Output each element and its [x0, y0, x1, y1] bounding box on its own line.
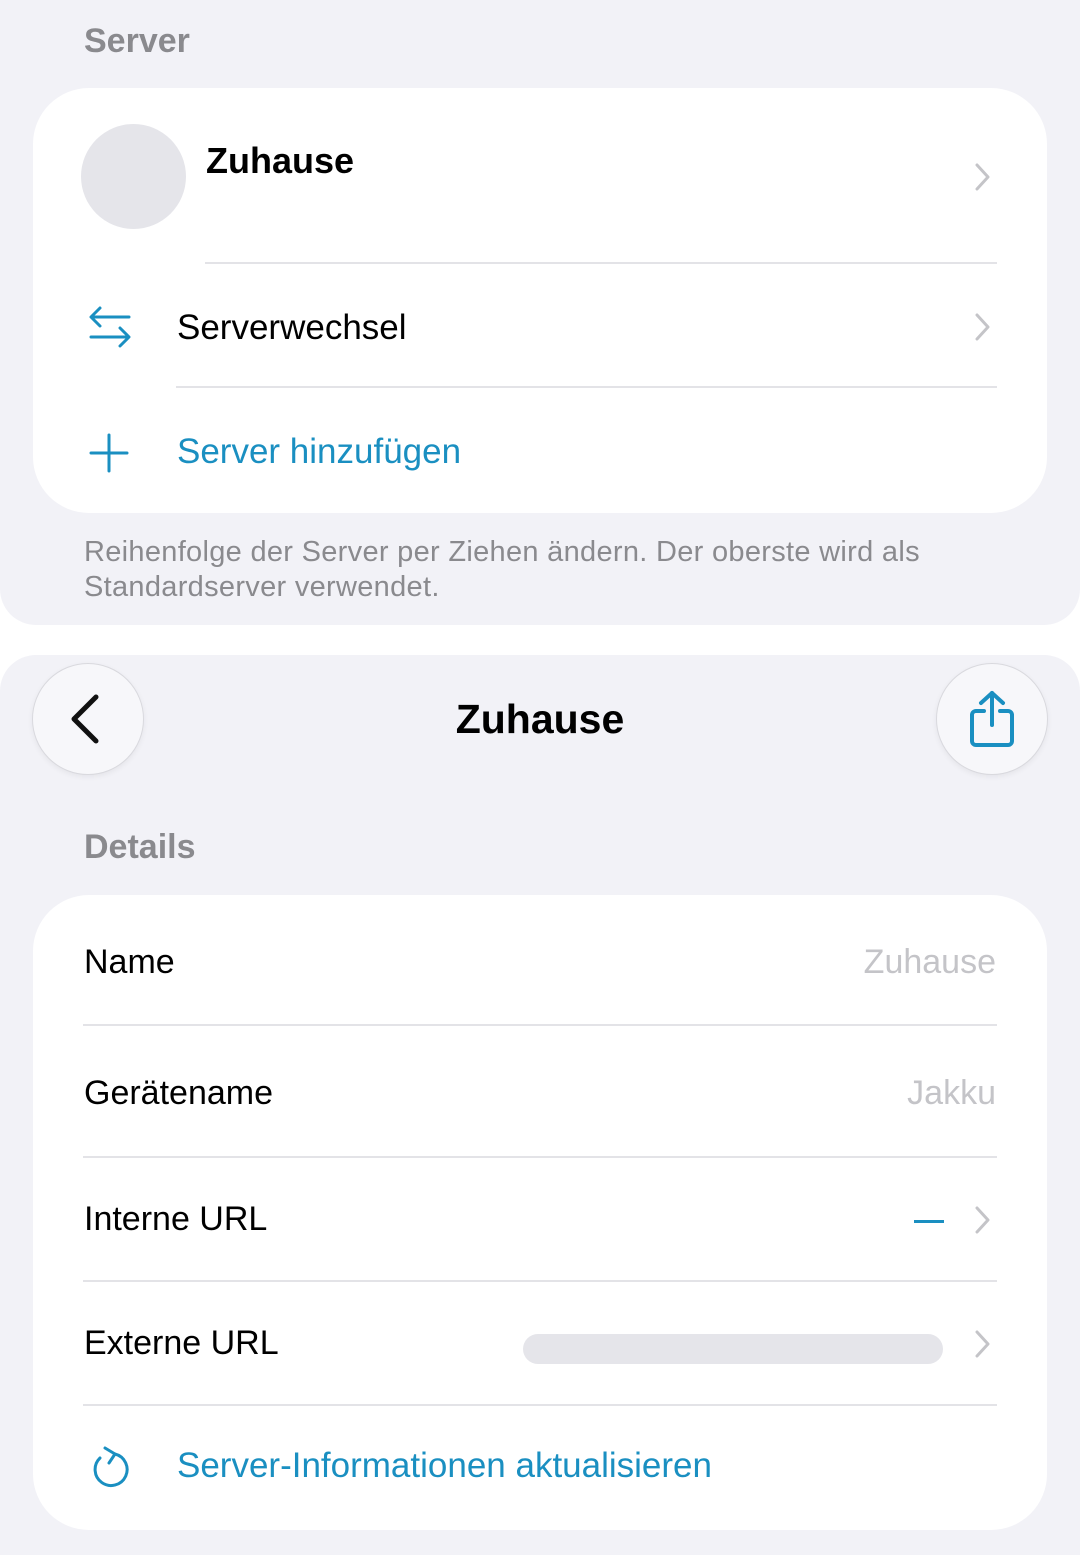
external-url-label: Externe URL: [84, 1324, 279, 1362]
current-server-name: Zuhause: [206, 140, 355, 181]
device-name-row[interactable]: Gerätename Jakku: [33, 1026, 1047, 1156]
add-server-button[interactable]: Server hinzufügen: [33, 388, 1047, 513]
chevron-right-icon: [975, 313, 991, 341]
share-icon: [966, 689, 1018, 749]
server-switch-label: Serverwechsel: [177, 308, 407, 347]
internal-url-row[interactable]: Interne URL: [33, 1158, 1047, 1280]
arrows-exchange-icon: [87, 304, 133, 350]
server-order-footer-note: Reihenfolge der Server per Ziehen ändern…: [84, 536, 920, 603]
server-list-panel: Server Zuhause Serverwechsel Server hinz…: [0, 0, 1080, 625]
refresh-icon: [87, 1446, 133, 1492]
server-list-card: Zuhause Serverwechsel Server hinzufügen: [33, 88, 1047, 513]
internal-url-label: Interne URL: [84, 1200, 268, 1238]
server-switch-row[interactable]: Serverwechsel: [33, 264, 1047, 388]
name-value[interactable]: Zuhause: [864, 943, 996, 982]
external-url-row[interactable]: Externe URL: [33, 1282, 1047, 1404]
name-row[interactable]: Name Zuhause: [33, 895, 1047, 1025]
chevron-right-icon: [975, 1206, 991, 1234]
refresh-server-info-button[interactable]: Server-Informationen aktualisieren: [33, 1406, 1047, 1530]
section-header-server: Server: [84, 22, 190, 60]
current-server-row[interactable]: Zuhause: [33, 88, 1047, 264]
server-avatar: [81, 124, 186, 229]
section-header-details: Details: [84, 828, 196, 866]
refresh-server-info-label: Server-Informationen aktualisieren: [177, 1446, 712, 1485]
chevron-right-icon: [975, 1330, 991, 1358]
share-button[interactable]: [936, 663, 1048, 775]
internal-url-value: [914, 1220, 944, 1223]
add-server-label: Server hinzufügen: [177, 432, 462, 471]
device-name-label: Gerätename: [84, 1074, 273, 1112]
chevron-right-icon: [975, 163, 991, 191]
details-card: Name Zuhause Gerätename Jakku Interne UR…: [33, 895, 1047, 1530]
server-detail-panel: Zuhause Details Name Zuhause Gerätename …: [0, 655, 1080, 1555]
device-name-value[interactable]: Jakku: [907, 1074, 996, 1113]
plus-icon: [86, 430, 132, 476]
page-title: Zuhause: [455, 696, 625, 742]
name-label: Name: [84, 943, 175, 981]
external-url-redacted-value: [523, 1334, 943, 1364]
